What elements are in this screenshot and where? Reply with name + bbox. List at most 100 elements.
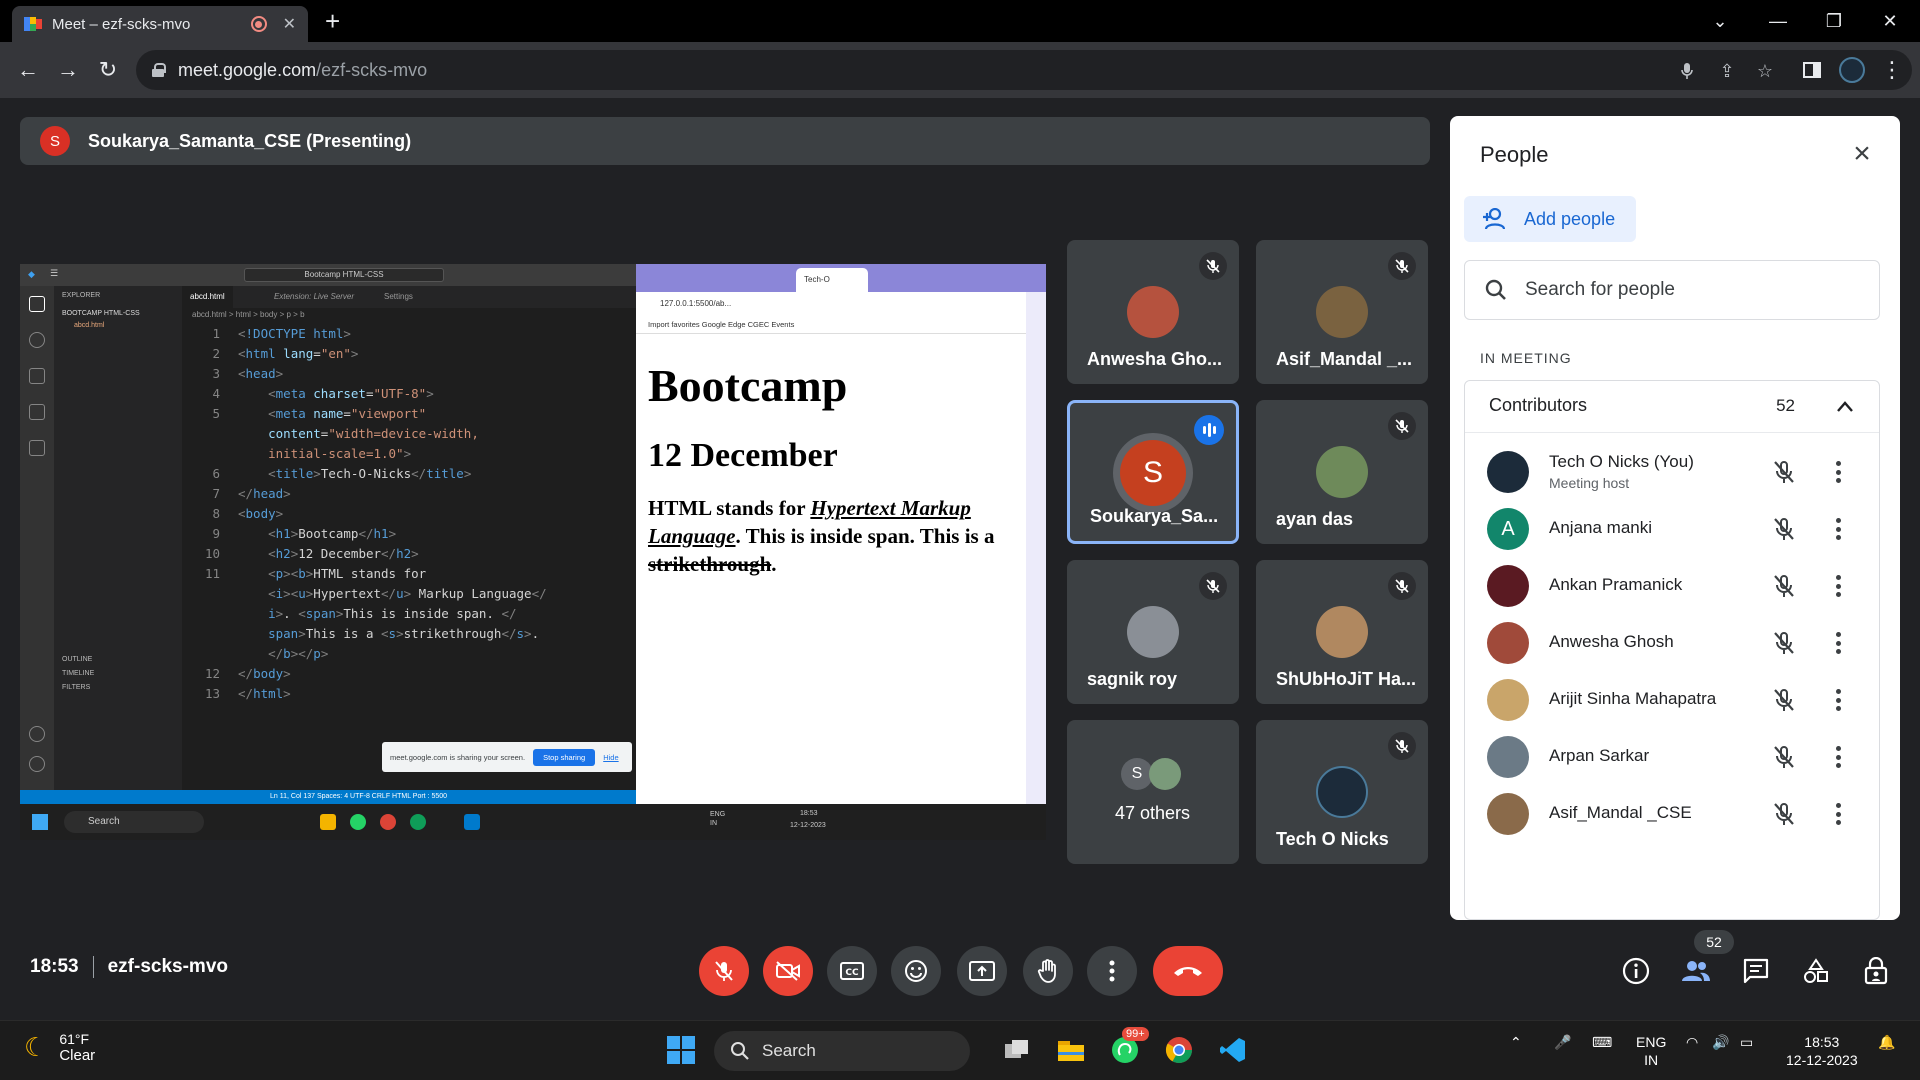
captions-button[interactable]: CC (827, 946, 877, 996)
participant-tile[interactable]: Asif_Mandal _... (1256, 240, 1428, 384)
meeting-details-button[interactable] (1617, 952, 1655, 990)
mic-muted-icon[interactable] (1771, 459, 1797, 485)
participant-tile-active[interactable]: S Soukarya_Sa... (1067, 400, 1239, 544)
weather-widget[interactable]: ☾ 61°F Clear (24, 1031, 95, 1064)
participant-tile[interactable]: Anwesha Gho... (1067, 240, 1239, 384)
mic-muted-icon[interactable] (1771, 687, 1797, 713)
bookmark-star-icon[interactable]: ☆ (1754, 60, 1776, 82)
chat-button[interactable] (1737, 952, 1775, 990)
restore-button[interactable]: ❐ (1814, 6, 1854, 36)
more-vert-icon[interactable] (1835, 518, 1841, 540)
more-options-button[interactable] (1087, 946, 1137, 996)
notifications-icon[interactable]: 🔔 (1878, 1033, 1895, 1051)
battery-icon[interactable]: ▭ (1740, 1033, 1753, 1051)
outline-section[interactable]: OUTLINE (62, 656, 92, 663)
mic-muted-icon[interactable] (1771, 744, 1797, 770)
language-indicator[interactable]: ENG IN (1636, 1033, 1666, 1069)
more-vert-icon[interactable] (1835, 803, 1841, 825)
hide-link[interactable]: Hide (603, 753, 618, 762)
source-control-icon[interactable] (29, 368, 45, 384)
side-panel-icon[interactable] (1796, 54, 1828, 86)
settings-gear-icon[interactable] (29, 756, 45, 772)
forward-button[interactable]: → (52, 54, 84, 86)
person-row[interactable]: Asif_Mandal _CSE (1465, 779, 1879, 849)
folder-item[interactable]: BOOTCAMP HTML-CSS (62, 310, 140, 317)
chrome-icon[interactable] (1162, 1033, 1196, 1067)
timeline-section[interactable]: TIMELINE (62, 670, 94, 677)
leave-call-button[interactable] (1153, 946, 1223, 996)
edge-tab[interactable]: Tech-O (796, 268, 868, 292)
more-vert-icon[interactable] (1835, 632, 1841, 654)
mic-muted-icon[interactable] (1771, 630, 1797, 656)
others-tile[interactable]: S 47 others (1067, 720, 1239, 864)
contributors-header[interactable]: Contributors 52 (1465, 381, 1879, 433)
people-button[interactable] (1677, 952, 1715, 990)
run-debug-icon[interactable] (29, 404, 45, 420)
page-subheading: 12 December (648, 437, 838, 474)
explorer-icon[interactable] (29, 296, 45, 312)
reactions-button[interactable] (891, 946, 941, 996)
participant-tile[interactable]: Tech O Nicks (1256, 720, 1428, 864)
host-controls-button[interactable] (1857, 952, 1895, 990)
editor-tab[interactable]: Extension: Live Server (266, 286, 362, 308)
browser-tab-meet[interactable]: Meet – ezf-scks-mvo ✕ (12, 6, 308, 42)
close-panel-button[interactable]: × (1848, 137, 1876, 170)
participant-tile[interactable]: sagnik roy (1067, 560, 1239, 704)
camera-toggle-button[interactable] (763, 946, 813, 996)
raise-hand-button[interactable] (1023, 946, 1073, 996)
participant-tile[interactable]: ShUbHoJiT Ha... (1256, 560, 1428, 704)
taskbar-search[interactable]: Search (714, 1031, 970, 1071)
menu-kebab-icon[interactable]: ⋮ (1876, 54, 1908, 86)
windows-start-icon[interactable] (664, 1033, 698, 1067)
more-vert-icon[interactable] (1835, 689, 1841, 711)
activities-button[interactable] (1797, 952, 1835, 990)
mic-muted-icon[interactable] (1771, 801, 1797, 827)
tab-close-icon[interactable]: ✕ (283, 14, 296, 34)
share-icon[interactable]: ⇪ (1716, 60, 1738, 82)
people-search[interactable] (1464, 260, 1880, 320)
microphone-icon[interactable] (1676, 60, 1698, 82)
more-vert-icon[interactable] (1835, 461, 1841, 483)
volume-icon[interactable]: 🔊 (1712, 1033, 1729, 1051)
svg-text:CC: CC (845, 968, 859, 978)
meet-favicon-icon (24, 17, 42, 31)
wifi-icon[interactable]: ◠ (1686, 1033, 1698, 1051)
file-item[interactable]: abcd.html (74, 322, 104, 329)
add-people-button[interactable]: Add people (1464, 196, 1636, 242)
file-explorer-icon[interactable] (1054, 1033, 1088, 1067)
editor-tab[interactable]: Settings (376, 286, 421, 308)
profile-avatar-icon[interactable] (1836, 54, 1868, 86)
mic-toggle-button[interactable] (699, 946, 749, 996)
search-input[interactable] (1525, 279, 1865, 301)
tray-microphone-icon[interactable]: 🎤 (1554, 1033, 1571, 1051)
edge-address-bar[interactable]: 127.0.0.1:5500/ab... (636, 292, 1026, 316)
more-vert-icon[interactable] (1835, 746, 1841, 768)
keyboard-icon[interactable]: ⌨ (1592, 1033, 1612, 1051)
participant-tile[interactable]: ayan das (1256, 400, 1428, 544)
code-editor[interactable]: 1 <!DOCTYPE html> 2 <html lang="en"> 3 <hea… (182, 324, 636, 764)
vscode-icon[interactable] (1216, 1033, 1250, 1067)
task-view-icon[interactable] (1000, 1033, 1034, 1067)
minimize-button[interactable]: — (1758, 6, 1798, 36)
close-window-button[interactable]: ✕ (1870, 6, 1910, 36)
reload-button[interactable]: ↻ (92, 54, 124, 86)
command-center-search[interactable]: Bootcamp HTML-CSS (244, 268, 444, 282)
editor-tab[interactable]: abcd.html (182, 286, 233, 308)
search-icon[interactable] (29, 332, 45, 348)
tab-search-icon[interactable]: ⌄ (1700, 6, 1740, 36)
filters-section[interactable]: FILTERS (62, 684, 90, 691)
more-vert-icon[interactable] (1835, 575, 1841, 597)
menu-icon[interactable]: ☰ (50, 268, 58, 279)
clock-widget[interactable]: 18:53 12-12-2023 (1786, 1033, 1858, 1069)
edge-bookmarks-bar: Import favorites Google Edge CGEC Events (636, 316, 1026, 334)
account-icon[interactable] (29, 726, 45, 742)
back-button[interactable]: ← (12, 54, 44, 86)
show-hidden-icons[interactable]: ⌃ (1510, 1033, 1522, 1051)
present-button[interactable] (957, 946, 1007, 996)
address-bar[interactable]: meet.google.com/ezf-scks-mvo ⇪ ☆ (136, 50, 1912, 90)
extensions-icon[interactable] (29, 440, 45, 456)
mic-muted-icon[interactable] (1771, 573, 1797, 599)
mic-muted-icon[interactable] (1771, 516, 1797, 542)
new-tab-button[interactable]: + (325, 8, 340, 34)
stop-sharing-button[interactable]: Stop sharing (533, 748, 596, 766)
